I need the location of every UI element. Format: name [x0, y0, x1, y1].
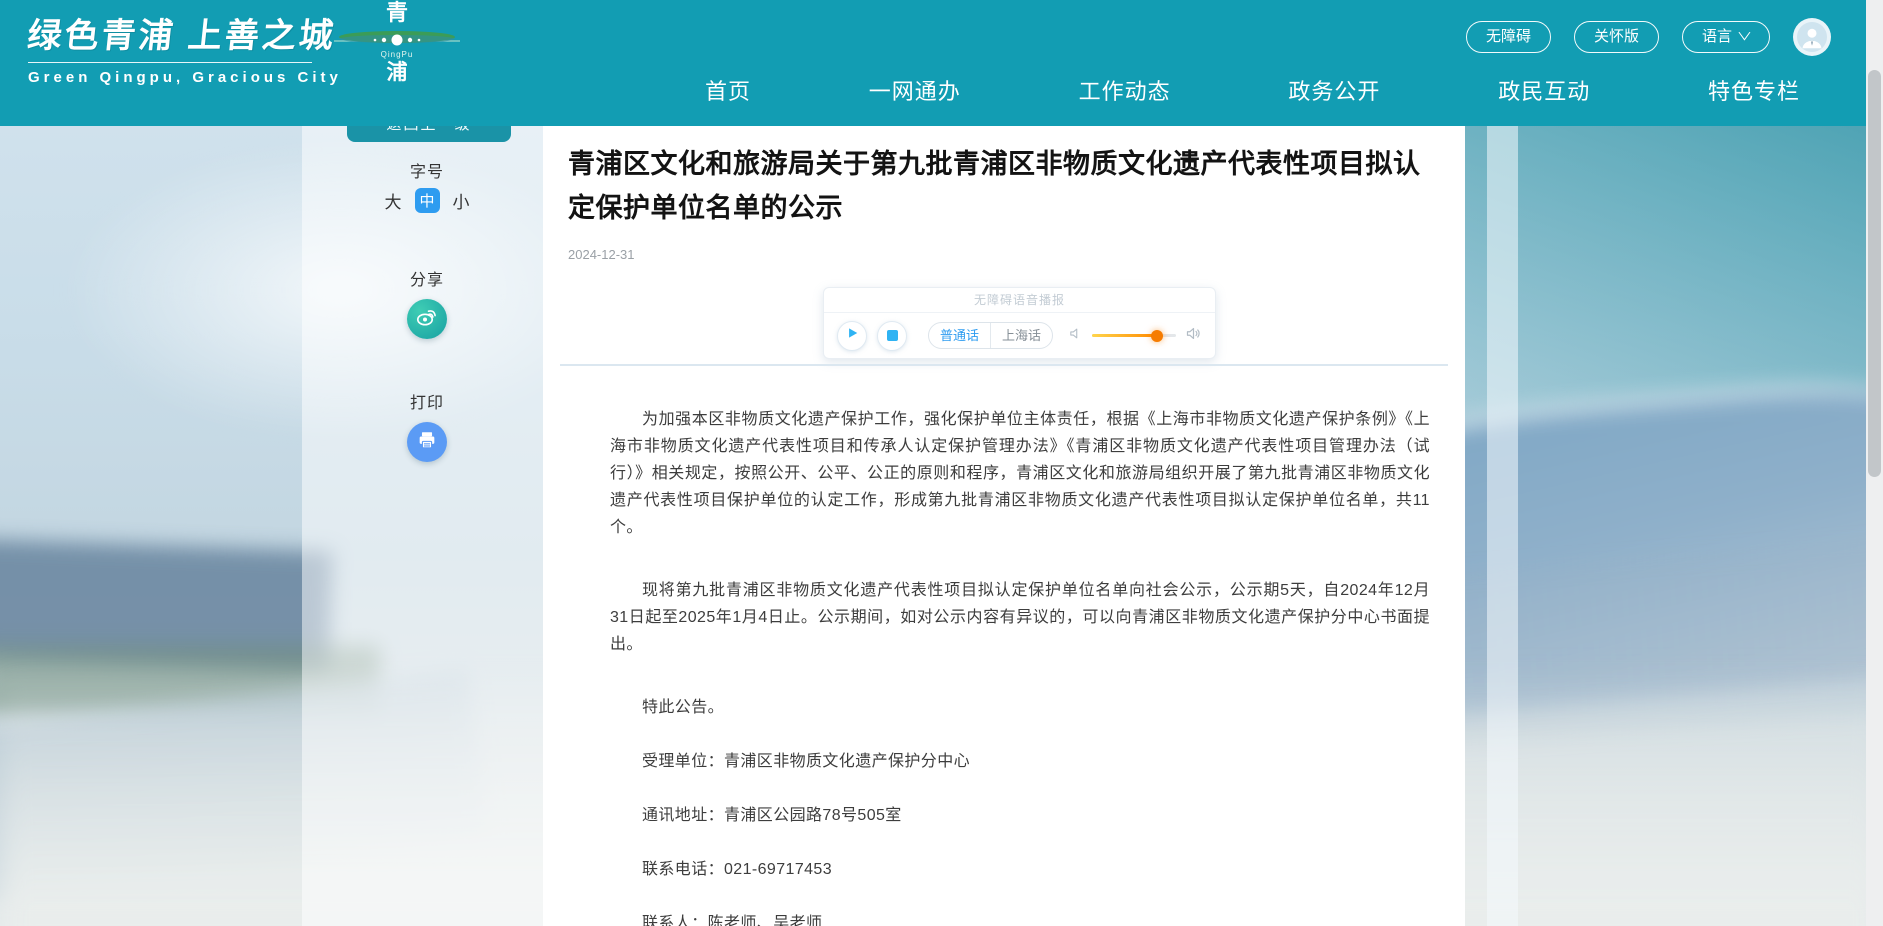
- contact-unit: 受理单位：青浦区非物质文化遗产保护分中心: [610, 748, 1430, 775]
- header-actions: 无障碍 关怀版 语言 ∨: [1466, 18, 1831, 56]
- emblem-top-char: 青: [330, 2, 464, 24]
- nav-item-work-updates[interactable]: 工作动态: [1079, 74, 1171, 106]
- island-icon: [334, 29, 460, 49]
- font-size-control: 大 中 小: [347, 188, 507, 213]
- play-icon: [845, 326, 859, 345]
- paragraph: 为加强本区非物质文化遗产保护工作，强化保护单位主体责任，根据《上海市非物质文化遗…: [610, 406, 1430, 541]
- article-body: 为加强本区非物质文化遗产保护工作，强化保护单位主体责任，根据《上海市非物质文化遗…: [610, 406, 1430, 926]
- brand-slogan-en: Green Qingpu, Gracious City: [28, 69, 342, 86]
- mandarin-tab[interactable]: 普通话: [929, 323, 991, 348]
- printer-icon: [416, 429, 438, 456]
- emblem-bottom-char: 浦: [330, 62, 464, 83]
- shanghainese-tab[interactable]: 上海话: [991, 323, 1052, 348]
- main-nav: 首页 一网通办 工作动态 政务公开 政民互动 特色专栏: [705, 74, 1800, 106]
- scrollbar-track[interactable]: [1866, 0, 1883, 926]
- article-date: 2024-12-31: [568, 247, 635, 262]
- care-version-button[interactable]: 关怀版: [1574, 21, 1659, 53]
- sidebar-glass-overlay: [302, 126, 543, 926]
- play-button[interactable]: [837, 321, 867, 351]
- stop-button[interactable]: [877, 321, 907, 351]
- accessibility-button[interactable]: 无障碍: [1466, 21, 1551, 53]
- language-button[interactable]: 语言 ∨: [1682, 21, 1770, 53]
- care-version-label: 关怀版: [1594, 22, 1639, 52]
- tts-player: 无障碍语音播报 普通话 上海话: [823, 287, 1216, 359]
- volume-fill: [1092, 334, 1157, 337]
- volume-control: [1068, 325, 1202, 347]
- font-size-medium[interactable]: 中: [415, 188, 440, 213]
- volume-max-icon: [1185, 325, 1202, 347]
- weibo-share-button[interactable]: [407, 299, 447, 339]
- right-glass-overlay: [1487, 126, 1518, 926]
- tts-controls: 普通话 上海话: [824, 313, 1215, 358]
- nav-item-one-stop-services[interactable]: 一网通办: [869, 74, 961, 106]
- header-divider: [560, 364, 1448, 366]
- chevron-down-icon: ∨: [1737, 22, 1752, 52]
- emblem-subtext: QingPu: [330, 51, 464, 59]
- paragraph: 现将第九批青浦区非物质文化遗产代表性项目拟认定保护单位名单向社会公示，公示期5天…: [610, 577, 1430, 658]
- font-size-large[interactable]: 大: [385, 188, 402, 213]
- qingpu-emblem: 青 QingPu 浦: [330, 2, 464, 83]
- font-size-small[interactable]: 小: [453, 188, 470, 213]
- article-title: 青浦区文化和旅游局关于第九批青浦区非物质文化遗产代表性项目拟认定保护单位名单的公…: [568, 142, 1438, 230]
- scrollbar-thumb[interactable]: [1868, 70, 1881, 477]
- nav-item-gov-disclosure[interactable]: 政务公开: [1288, 74, 1380, 106]
- volume-knob[interactable]: [1151, 330, 1163, 342]
- nav-item-special-columns[interactable]: 特色专栏: [1708, 74, 1800, 106]
- brand: 绿色青浦 上善之城 Green Qingpu, Gracious City: [28, 8, 342, 86]
- weibo-icon: [415, 305, 439, 334]
- contact-phone: 联系电话：021-69717453: [610, 856, 1430, 883]
- contact-person: 联系人：陈老师、吴老师: [610, 910, 1430, 926]
- print-label: 打印: [347, 389, 507, 413]
- article-panel: 青浦区文化和旅游局关于第九批青浦区非物质文化遗产代表性项目拟认定保护单位名单的公…: [543, 126, 1465, 926]
- user-avatar[interactable]: [1793, 18, 1831, 56]
- person-icon: [1797, 22, 1827, 52]
- language-toggle: 普通话 上海话: [928, 322, 1053, 349]
- contact-address: 通讯地址：青浦区公园路78号505室: [610, 802, 1430, 829]
- volume-min-icon: [1068, 326, 1083, 346]
- nav-item-public-interaction[interactable]: 政民互动: [1498, 74, 1590, 106]
- print-button[interactable]: [407, 422, 447, 462]
- accessibility-label: 无障碍: [1486, 22, 1531, 52]
- stop-icon: [887, 330, 898, 341]
- volume-slider[interactable]: [1092, 334, 1176, 337]
- brand-slogan-cn: 绿色青浦 上善之城: [25, 8, 344, 57]
- site-header: 绿色青浦 上善之城 Green Qingpu, Gracious City 青 …: [0, 0, 1883, 126]
- language-label: 语言: [1702, 22, 1732, 52]
- paragraph: 特此公告。: [610, 694, 1430, 721]
- share-label: 分享: [347, 266, 507, 290]
- tts-player-title: 无障碍语音播报: [824, 288, 1215, 313]
- brand-underline: [28, 62, 312, 63]
- font-size-label: 字号: [347, 158, 507, 182]
- nav-item-home[interactable]: 首页: [705, 74, 751, 106]
